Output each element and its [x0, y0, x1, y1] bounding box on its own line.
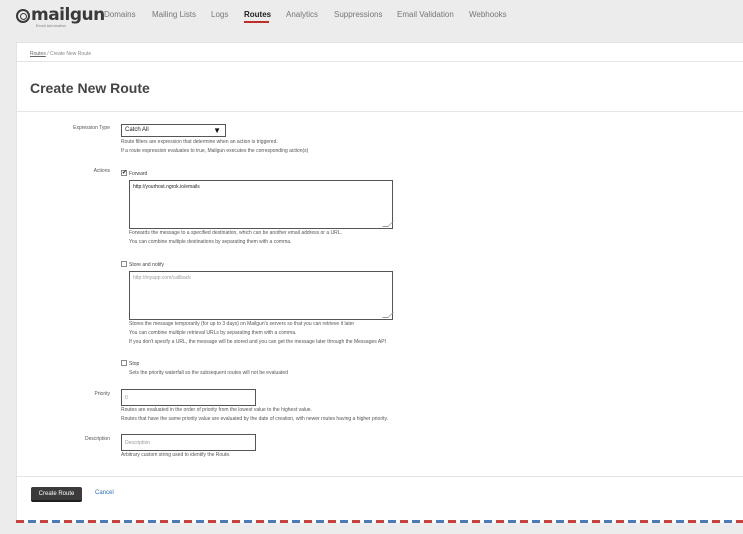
nav-analytics[interactable]: Analytics [286, 10, 318, 19]
description-placeholder: Description [125, 440, 151, 446]
store-help-1: Stores the message temporarily (for up t… [129, 321, 355, 327]
nav-domains[interactable]: Domains [104, 10, 136, 19]
create-route-button[interactable]: Create Route [31, 487, 82, 502]
stop-checkbox[interactable] [121, 360, 127, 366]
priority-placeholder: 0 [125, 395, 128, 401]
resize-grip-icon[interactable] [382, 221, 394, 227]
logo-subtitle: Email Automation [36, 24, 67, 28]
description-input[interactable]: Description [121, 434, 256, 451]
nav-routes[interactable]: Routes [244, 10, 271, 19]
page-title: Create New Route [30, 80, 150, 96]
nav-logs[interactable]: Logs [211, 10, 228, 19]
expression-type-label: Expression Type [73, 125, 110, 131]
mailgun-logo[interactable]: mailgun Email Automation [16, 5, 105, 28]
forward-textarea[interactable]: http://yourhost.ngrok.io/emails [129, 180, 394, 229]
breadcrumb-current: Create New Route [50, 51, 92, 57]
breadcrumb-routes-link[interactable]: Routes [30, 51, 46, 57]
stop-label[interactable]: Stop [129, 361, 139, 367]
store-notify-label[interactable]: Store and notify [129, 262, 164, 268]
nav-webhooks[interactable]: Webhooks [469, 10, 507, 19]
top-nav: mailgun Email Automation Domains Mailing… [0, 0, 743, 30]
nav-active-indicator [244, 21, 269, 23]
nav-mailing-lists[interactable]: Mailing Lists [152, 10, 196, 19]
expression-type-help-2: If a route expression evaluates to true,… [121, 148, 309, 154]
stop-help: Sets the priority waterfall so the subse… [129, 370, 288, 376]
priority-input[interactable]: 0 [121, 389, 256, 406]
priority-help-2: Routes that have the same priority value… [121, 416, 389, 422]
cancel-link[interactable]: Cancel [95, 490, 114, 496]
footer-divider [17, 476, 743, 477]
at-sign-icon [16, 9, 30, 23]
store-help-3: If you don't specify a URL, the message … [129, 339, 386, 345]
forward-label[interactable]: Forward [129, 171, 147, 177]
forward-checkbox[interactable] [121, 169, 127, 176]
description-label: Description [84, 436, 110, 442]
nav-email-validation[interactable]: Email Validation [397, 10, 454, 19]
priority-help-1: Routes are evaluated in the order of pri… [121, 407, 312, 413]
airmail-border [16, 520, 743, 523]
store-notify-placeholder: http://myapp.com/callback [133, 275, 191, 281]
title-divider [17, 111, 743, 112]
breadcrumb: Routes / Create New Route [30, 51, 91, 57]
actions-label: Actions [93, 168, 110, 174]
breadcrumb-divider [17, 61, 743, 62]
forward-help-1: Forwards the message to a specified dest… [129, 230, 342, 236]
logo-text: mailgun [31, 5, 105, 25]
store-notify-textarea[interactable]: http://myapp.com/callback [129, 271, 394, 320]
expression-type-help-1: Route filters are expression that determ… [121, 139, 278, 145]
expression-type-select[interactable]: Catch All ▼ [121, 124, 226, 137]
forward-textarea-value: http://yourhost.ngrok.io/emails [133, 184, 200, 190]
caret-down-icon: ▼ [213, 126, 221, 135]
description-help: Arbitrary custom string used to identify… [121, 452, 231, 458]
store-notify-checkbox[interactable] [121, 261, 127, 267]
resize-grip-icon[interactable] [382, 312, 394, 318]
forward-help-2: You can combine multiple destinations by… [129, 239, 292, 245]
priority-label: Priority [94, 391, 110, 397]
create-route-card: Routes / Create New Route Create New Rou… [16, 42, 743, 522]
expression-type-value: Catch All [125, 127, 149, 133]
nav-suppressions[interactable]: Suppressions [334, 10, 382, 19]
store-help-2: You can combine multiple retrieval URLs … [129, 330, 297, 336]
